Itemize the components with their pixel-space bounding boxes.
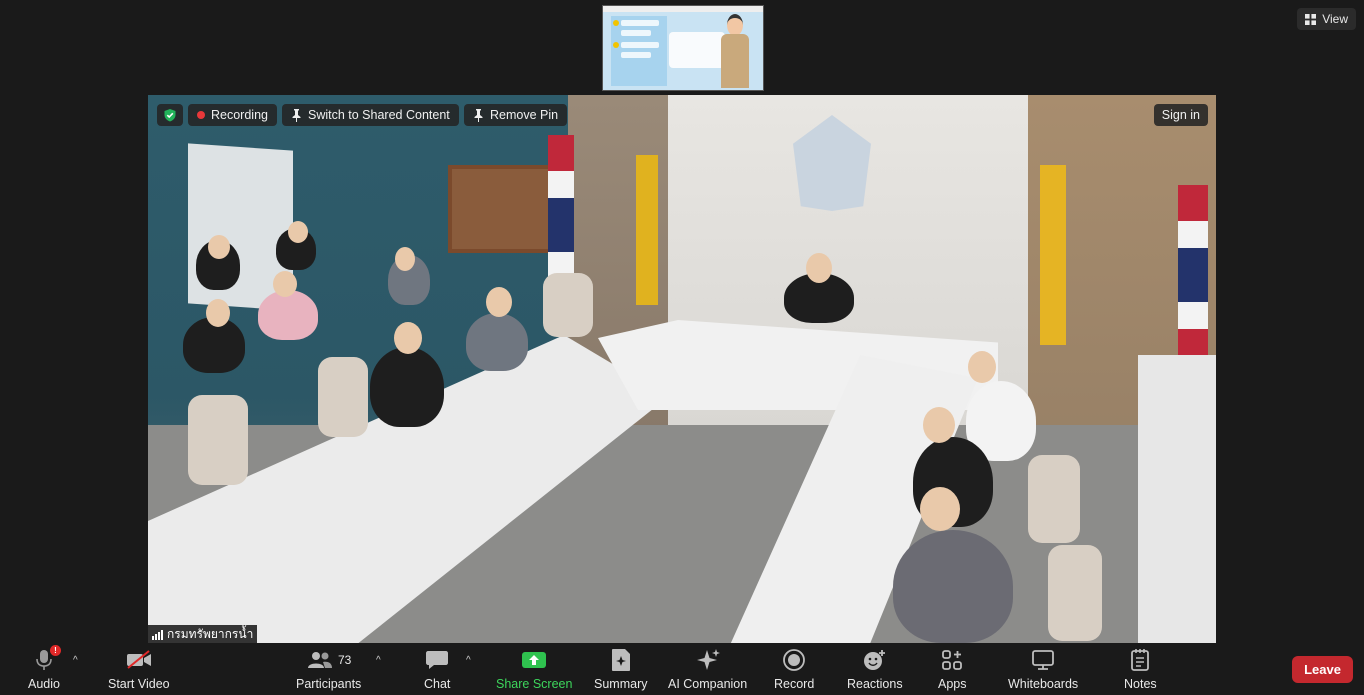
remove-pin-button[interactable]: Remove Pin	[464, 104, 568, 126]
share-screen-button[interactable]: Share Screen	[496, 648, 572, 691]
notes-icon	[1131, 649, 1150, 671]
notes-label: Notes	[1124, 677, 1157, 691]
record-label: Record	[774, 677, 815, 691]
attendee-face	[288, 221, 308, 243]
reactions-label: Reactions	[847, 677, 903, 691]
attendee	[258, 290, 318, 340]
attendee	[370, 347, 444, 427]
share-screen-icon	[522, 652, 547, 668]
thumbnail-titlebar	[603, 6, 763, 12]
flag-thai-right	[1178, 185, 1208, 365]
chair	[318, 357, 368, 437]
thumbnail-presenter-illustration	[721, 14, 749, 88]
sparkle-icon	[696, 649, 720, 670]
reactions-button[interactable]: Reactions	[847, 648, 903, 691]
attendee-face	[273, 271, 297, 297]
apps-button[interactable]: Apps	[938, 648, 967, 691]
start-video-button[interactable]: Start Video	[108, 648, 170, 691]
chair	[1028, 455, 1080, 543]
chairperson-face	[806, 253, 832, 283]
thumbnail-text-line	[621, 42, 659, 48]
attendee-face	[395, 247, 415, 271]
summary-document-icon	[611, 649, 630, 671]
participants-count: 73	[337, 653, 352, 667]
thumbnail-speech-card	[669, 32, 725, 68]
whiteboards-button[interactable]: Whiteboards	[1008, 648, 1078, 691]
attendee-face	[923, 407, 955, 443]
remove-pin-label: Remove Pin	[490, 108, 559, 122]
whiteboards-label: Whiteboards	[1008, 677, 1079, 691]
grid-view-icon	[1305, 13, 1317, 25]
audio-warning-badge: !	[49, 645, 61, 656]
pin-icon	[292, 108, 301, 122]
view-button[interactable]: View	[1297, 8, 1356, 30]
attendee-face	[206, 299, 230, 327]
signal-strength-icon	[152, 629, 163, 640]
ai-companion-button[interactable]: AI Companion	[668, 648, 747, 691]
sign-in-label: Sign in	[1161, 108, 1200, 122]
recording-indicator[interactable]: Recording	[188, 104, 277, 126]
attendee-face	[920, 487, 960, 531]
attendee	[466, 313, 528, 371]
participant-name: กรมทรัพยากรน้ำ	[167, 626, 254, 641]
chair	[1048, 545, 1102, 641]
summary-label: Summary	[594, 677, 648, 691]
participants-options-chevron-icon[interactable]: ^	[376, 655, 381, 666]
smiley-plus-icon	[863, 650, 885, 670]
switch-label: Switch to Shared Content	[308, 108, 450, 122]
recording-dot-icon	[197, 111, 205, 119]
participant-name-tag: กรมทรัพยากรน้ำ	[148, 625, 258, 643]
record-icon	[783, 649, 806, 671]
chat-options-chevron-icon[interactable]: ^	[466, 655, 471, 666]
chat-bubble-icon	[426, 651, 449, 669]
pin-icon	[474, 108, 483, 122]
flag-yellow-left	[636, 155, 658, 305]
pinned-video[interactable]: Recording Switch to Shared Content Remov…	[148, 95, 1216, 643]
whiteboard-icon	[1032, 650, 1054, 670]
thumbnail-slide-panel	[611, 16, 667, 86]
start-video-label: Start Video	[108, 677, 170, 691]
participants-label: Participants	[296, 677, 362, 691]
thumbnail-text-line	[621, 20, 659, 26]
recording-label: Recording	[211, 108, 268, 122]
thumbnail-bullet-icon	[613, 20, 619, 26]
flag-yellow-right	[1040, 165, 1066, 345]
attendee-face	[394, 322, 422, 354]
thumbnail-text-line	[621, 30, 651, 36]
attendee-face	[968, 351, 996, 383]
sign-in-button[interactable]: Sign in	[1153, 104, 1208, 126]
video-off-icon	[126, 650, 151, 669]
audio-button[interactable]: ! Audio	[28, 645, 61, 691]
leave-button[interactable]: Leave	[1292, 656, 1353, 683]
notes-button[interactable]: Notes	[1124, 648, 1157, 691]
chair	[543, 273, 593, 337]
chat-button[interactable]: Chat	[424, 648, 450, 691]
table-far-right	[1138, 355, 1216, 643]
thumbnail-text-line	[621, 52, 651, 58]
thumbnail-bullet-icon	[613, 42, 619, 48]
shield-check-icon	[164, 109, 176, 122]
audio-options-chevron-icon[interactable]: ^	[73, 655, 78, 666]
attendee-face	[486, 287, 512, 317]
attendee	[893, 530, 1013, 643]
attendee-face	[208, 235, 230, 259]
chat-label: Chat	[424, 677, 451, 691]
participants-button[interactable]: 73 Participants	[296, 648, 361, 691]
security-shield[interactable]	[157, 104, 183, 126]
audio-label: Audio	[28, 677, 60, 691]
chair	[188, 395, 248, 485]
summary-button[interactable]: Summary	[594, 648, 647, 691]
switch-to-shared-content-button[interactable]: Switch to Shared Content	[282, 104, 459, 126]
participants-icon	[307, 652, 332, 668]
ai-companion-label: AI Companion	[668, 677, 748, 691]
apps-grid-icon	[942, 650, 963, 670]
view-label: View	[1322, 12, 1348, 26]
meeting-toolbar: ! Audio ^ Start Video 73 Participants ^	[0, 643, 1364, 695]
record-button[interactable]: Record	[774, 648, 814, 691]
apps-label: Apps	[938, 677, 967, 691]
shared-content-thumbnail[interactable]	[602, 5, 764, 91]
share-screen-label: Share Screen	[496, 677, 573, 691]
